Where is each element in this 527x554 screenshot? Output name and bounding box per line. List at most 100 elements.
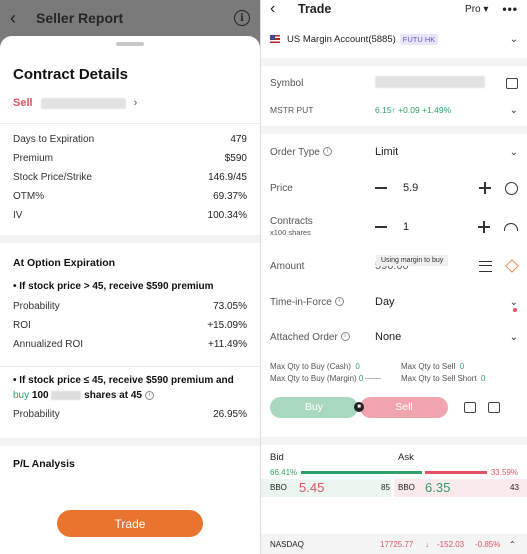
action-buttons: Buy ■ Sell [261,389,527,425]
clipboard-icon[interactable] [488,401,500,413]
detail-label: Stock Price/Strike [13,172,92,183]
minus-icon[interactable] [375,226,387,228]
sliders-icon[interactable] [479,260,492,272]
detail-value: 100.34% [207,210,247,221]
tif-row[interactable]: Time-in-Force i Day ⌄ [261,284,527,320]
detail-label: IV [13,210,23,221]
detail-row: Stock Price/Strike 146.9/45 [0,168,260,187]
chevron-up-icon[interactable]: ⌃ [509,540,516,549]
order-type-row[interactable]: Order Type i Limit ⌄ [261,134,527,170]
info-icon[interactable]: i [322,147,332,157]
ask-label: Ask [398,451,414,463]
detail-label: Premium [13,153,54,164]
inbox-icon[interactable] [506,77,518,89]
chevron-down-icon: ⌄ [509,146,518,158]
max-buy-cash-value: 0 [355,361,360,371]
details-list: Days to Expiration 479 Premium $590 Stock … [0,130,260,225]
symbol-row[interactable]: Symbol [261,66,527,100]
margin-tooltip: Using margin to buy [376,255,449,266]
max-sell-value: 0 [459,361,465,371]
back-arrow-icon[interactable]: ‹ [10,8,34,29]
order-type-value: Limit [375,146,399,158]
price-label: Price [270,182,293,194]
plus-icon[interactable] [478,221,490,233]
up-arrow-icon: ↑ [391,105,396,115]
max-buy-margin-label: Max Qty to Buy (Margin) [270,373,357,383]
pro-dropdown[interactable]: Pro ▾ [465,4,488,15]
case1-row: Probability 73.05% [0,297,260,316]
max-buy-cash-label: Max Qty to Buy (Cash) [270,361,351,371]
more-icon[interactable]: ••• [502,2,518,16]
crosshair-icon[interactable] [505,181,518,195]
bid-price: 5.45 [299,480,325,495]
trade-button[interactable]: Trade [57,510,203,537]
notification-dot [513,308,517,312]
ask-exch: BBO [398,483,415,492]
detail-value: 69.37% [213,191,247,202]
back-arrow-icon[interactable]: ‹ [270,0,298,18]
ask-ratio-bar [425,470,487,474]
contracts-title: Contracts [270,216,313,227]
redacted-symbol [51,390,82,400]
minus-icon[interactable] [375,187,387,189]
info-icon[interactable]: i [234,10,250,26]
redacted-contract-name [40,97,126,109]
section-separator [261,437,527,445]
plus-icon[interactable] [479,182,491,194]
account-selector[interactable]: US Margin Account(5885) FUTU HK ⌄ [261,20,527,58]
index-ticker[interactable]: NASDAQ 17725.77 ↓ -152.03 -0.85% ⌃ [261,534,527,554]
page-title: Trade [298,2,332,16]
layers-icon[interactable] [505,259,519,273]
case1-label: ROI [13,320,31,331]
index-change-pct: -0.85% [475,539,501,549]
card-icon[interactable] [464,401,476,413]
tif-value: Day [375,296,395,308]
bid-exch: BBO [270,483,287,492]
buy-button[interactable]: Buy [270,396,358,418]
attached-value: None [375,331,402,343]
bid-ask-header: Bid Ask [261,449,527,465]
gauge-icon[interactable] [504,223,518,231]
bid-size: 85 [381,483,390,492]
seller-report-header: ‹ Seller Report i [0,0,260,36]
price-input[interactable]: 5.9 [403,182,479,194]
detail-value: 146.9/45 [208,172,247,183]
max-buy-margin-value: 0 [358,373,364,383]
case1-row: ROI +15.09% [0,316,260,335]
quote-change: +0.09 [398,105,420,115]
price-stepper: 5.9 [375,181,518,195]
quote-row[interactable]: MSTR PUT 6.15↑ +0.09 +1.49% ⌄ [261,100,527,120]
contracts-input[interactable]: 1 [403,221,478,233]
contract-details-sheet: Contract Details Sell › Days to Expirati… [0,36,260,554]
contract-link[interactable]: Sell › [0,83,260,109]
chevron-down-icon: ⌄ [509,33,518,45]
section-separator [0,438,260,446]
page-title: Seller Report [36,10,124,26]
attached-label: Attached Order i [270,332,375,343]
pl-analysis-title: P/L Analysis [13,458,75,470]
expiration-section-title: At Option Expiration [13,257,116,269]
contracts-sub: x100 shares [270,228,311,237]
broker-badge: FUTU HK [399,33,439,45]
chevron-down-icon: ⌄ [509,296,518,308]
share-qty: 100 [31,390,49,401]
sheet-title: Contract Details [13,66,129,83]
bid-ask-ratio: 66.41% 33.59% [261,465,527,479]
ask-size: 43 [510,483,519,492]
max-sell-label: Max Qty to Sell [401,361,456,371]
ask-pct: 33.59% [490,467,518,477]
detail-value: $590 [224,153,247,164]
index-change: -152.03 [437,539,465,549]
trade-panel: ‹ Trade Pro ▾ ••• US Margin Account(5885… [260,0,527,554]
info-icon[interactable]: i [334,297,344,307]
sell-button[interactable]: Sell [360,396,448,418]
detail-label: OTM% [13,191,45,202]
contracts-row: Contracts x100 shares 1 [261,206,527,248]
attached-order-row[interactable]: Attached Order i None ⌄ [261,320,527,354]
info-icon[interactable]: i [340,332,350,342]
down-arrow-icon: ↓ [425,539,429,549]
case-below-strike: • If stock price ≤ 45, receive $590 prem… [13,375,234,386]
info-icon[interactable]: i [144,390,154,400]
detail-row: Days to Expiration 479 [0,130,260,149]
detail-row: IV 100.34% [0,206,260,225]
